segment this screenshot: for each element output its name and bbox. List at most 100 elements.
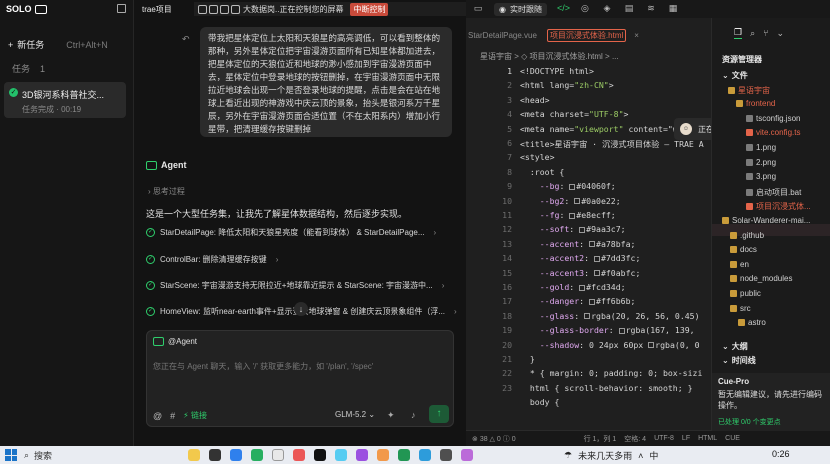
cue-pro-title[interactable]: Cue-Pro — [718, 377, 825, 386]
link-button[interactable]: ⚡ 链接 — [183, 410, 207, 421]
tree-item[interactable]: node_modules — [730, 274, 792, 283]
weather-icon[interactable]: ☂ — [564, 450, 572, 461]
tree-item[interactable]: ⌄ 时间线 — [722, 355, 756, 366]
app-icon[interactable] — [314, 449, 326, 461]
app-icon[interactable] — [356, 449, 368, 461]
tree-item[interactable]: tsconfig.json — [746, 114, 800, 123]
status-problems[interactable]: ⊗ 38 △ 0 ⓘ 0 — [472, 434, 516, 444]
code-line[interactable]: --bg2: #0a0e22; — [520, 196, 621, 206]
tree-item[interactable]: frontend — [736, 99, 775, 108]
layout-icon[interactable]: ▦ — [667, 3, 679, 15]
code-line[interactable]: --shadow: 0 24px 60px rgba(0, 0 — [520, 340, 700, 350]
app-icon[interactable] — [209, 449, 221, 461]
close-icon[interactable]: × — [634, 31, 639, 40]
tree-item[interactable]: 3.png — [746, 172, 776, 181]
tree-item[interactable]: src — [730, 304, 751, 313]
project-name[interactable]: trae项目 — [142, 4, 172, 15]
tree-item[interactable]: astro — [738, 318, 766, 327]
code-line[interactable]: <!DOCTYPE html> — [520, 66, 594, 76]
document-icon[interactable]: ▤ — [623, 3, 635, 15]
code-line[interactable]: } — [520, 354, 535, 364]
code-line[interactable]: --glass: rgba(20, 26, 56, 0.45) — [520, 311, 700, 321]
app-icon[interactable] — [398, 449, 410, 461]
mic-icon[interactable]: ♪ — [411, 410, 416, 420]
app-icon[interactable] — [440, 449, 452, 461]
tree-item[interactable]: en — [730, 260, 749, 269]
status-eol[interactable]: LF — [682, 435, 690, 442]
code-line[interactable]: <meta charset="UTF-8"> — [520, 109, 628, 119]
code-line[interactable]: <meta name="viewport" content="w — [520, 124, 678, 134]
sparkle-icon[interactable]: ✦ — [387, 410, 395, 421]
source-control-icon[interactable]: ⑂ — [763, 28, 768, 38]
tree-item[interactable]: docs — [730, 245, 757, 254]
figma-icon[interactable]: ◈ — [601, 3, 613, 15]
clock[interactable]: 0:26 — [772, 449, 790, 459]
code-line[interactable]: <html lang="zh-CN"> — [520, 80, 614, 90]
code-line[interactable]: --gold: #fcd34d; — [520, 282, 626, 292]
hash-icon[interactable]: # — [170, 411, 175, 421]
tree-item[interactable]: Solar-Wanderer-mai... — [722, 216, 810, 225]
scroll-down-button[interactable]: ↓ — [294, 302, 308, 316]
tree-item[interactable]: 项目沉浸式体... — [746, 201, 811, 212]
chevron-up-icon[interactable]: ˄ — [638, 451, 643, 461]
compass-icon[interactable]: ◎ — [579, 3, 591, 15]
app-icon[interactable] — [293, 449, 305, 461]
at-icon[interactable]: @ — [153, 411, 162, 421]
code-line[interactable]: --soft: #9aa3c7; — [520, 224, 626, 234]
agent-mention[interactable]: @Agent — [153, 337, 197, 346]
code-line[interactable]: --accent: #a78bfa; — [520, 239, 636, 249]
tree-item[interactable]: 启动项目.bat — [746, 187, 801, 198]
code-line[interactable]: :root { — [520, 167, 565, 177]
code-line[interactable]: --accent3: #f0abfc; — [520, 268, 641, 278]
tree-item[interactable]: public — [730, 289, 761, 298]
weather-text[interactable]: 未来几天多雨 — [578, 449, 632, 462]
app-icon[interactable] — [188, 449, 200, 461]
files-icon[interactable]: ❐ — [734, 27, 743, 39]
model-select[interactable]: GLM-5.2 ⌄ — [335, 410, 375, 419]
new-task-button[interactable]: + 新任务 Ctrl+Alt+N — [8, 38, 108, 51]
app-icon[interactable] — [419, 449, 431, 461]
tree-item[interactable]: ⌄ 文件 — [722, 70, 748, 81]
mic-icon[interactable] — [220, 4, 229, 14]
search-icon[interactable]: ⌕ — [750, 28, 755, 39]
code-icon[interactable]: </> — [557, 3, 570, 15]
step-item[interactable]: ✓ ControlBar: 删除清理缓存按键 › — [146, 254, 278, 265]
send-button[interactable]: ↑ — [429, 405, 449, 423]
task-item[interactable]: ✓ 3D银河系科普社交... 任务完成 · 00:19 — [4, 82, 126, 118]
step-item[interactable]: ✓ StarDetailPage: 降低太阳和天狼星亮度（能看到球体） & Sta… — [146, 227, 436, 238]
code-line[interactable]: html { scroll-behavior: smooth; } — [520, 383, 693, 393]
code-line[interactable]: --bg: #04060f; — [520, 181, 616, 191]
code-line[interactable]: * { margin: 0; padding: 0; box-sizi — [520, 368, 703, 378]
tab-immersive-html[interactable]: 项目沉浸式体验.html — [546, 28, 627, 42]
code-line[interactable]: <style> — [520, 152, 555, 162]
app-icon[interactable] — [461, 449, 473, 461]
input-language[interactable]: 中 — [649, 449, 658, 462]
chevron-down-icon[interactable]: ⌄ — [777, 28, 785, 39]
tree-item[interactable]: ⌄ 大纲 — [722, 341, 748, 352]
monitor-icon[interactable] — [209, 4, 218, 14]
app-icon[interactable] — [251, 449, 263, 461]
app-icon[interactable] — [377, 449, 389, 461]
tree-item[interactable]: 1.png — [746, 143, 776, 152]
toggle-sidebar-icon[interactable] — [117, 4, 126, 13]
taskbar-search[interactable]: ⌕ 搜索 — [24, 449, 144, 461]
status-indent[interactable]: 空格: 4 — [624, 434, 646, 444]
pause-icon[interactable] — [198, 4, 207, 14]
database-icon[interactable]: ≋ — [645, 3, 657, 15]
code-line[interactable]: --accent2: #7dd3fc; — [520, 253, 641, 263]
windows-start-icon[interactable] — [5, 449, 17, 461]
code-line[interactable]: --danger: #ff6b6b; — [520, 296, 636, 306]
status-language[interactable]: HTML — [698, 435, 717, 442]
code-line[interactable]: --fg: #e8ecff; — [520, 210, 616, 220]
status-encoding[interactable]: UTF-8 — [654, 435, 674, 442]
code-line[interactable]: body { — [520, 397, 560, 407]
stop-control-button[interactable]: 中断控制 — [350, 2, 389, 16]
camera-icon[interactable] — [231, 4, 240, 14]
tree-item[interactable]: .github — [730, 231, 764, 240]
tree-item[interactable]: 星语宇宙 — [728, 85, 770, 96]
status-cursor[interactable]: 行 1，列 1 — [584, 434, 617, 444]
thinking-toggle[interactable]: › 思考过程 — [148, 186, 185, 197]
code-line[interactable]: <head> — [520, 95, 550, 105]
app-icon[interactable] — [230, 449, 242, 461]
tab-stardetailpage[interactable]: StarDetailPage.vue — [466, 30, 539, 41]
